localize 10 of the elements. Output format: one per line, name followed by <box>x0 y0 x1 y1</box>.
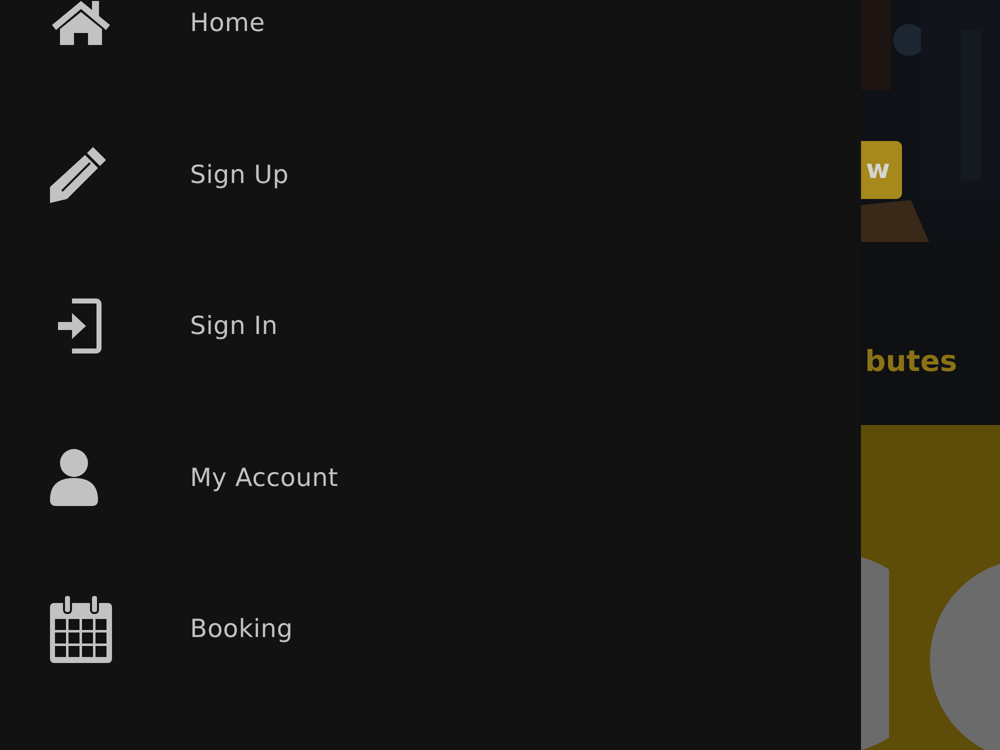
user-icon <box>50 448 98 506</box>
pencil-icon <box>50 146 107 203</box>
menu-item[interactable]: My Account <box>0 402 861 553</box>
menu-item[interactable]: Sign Up <box>0 98 861 250</box>
calendar-icon <box>50 594 112 663</box>
menu-item[interactable]: Home <box>0 0 861 98</box>
menu-item[interactable]: Booking <box>0 553 861 704</box>
home-icon <box>50 0 112 47</box>
section-heading: butes <box>864 344 958 378</box>
menu-item[interactable]: Sign In <box>0 250 861 402</box>
